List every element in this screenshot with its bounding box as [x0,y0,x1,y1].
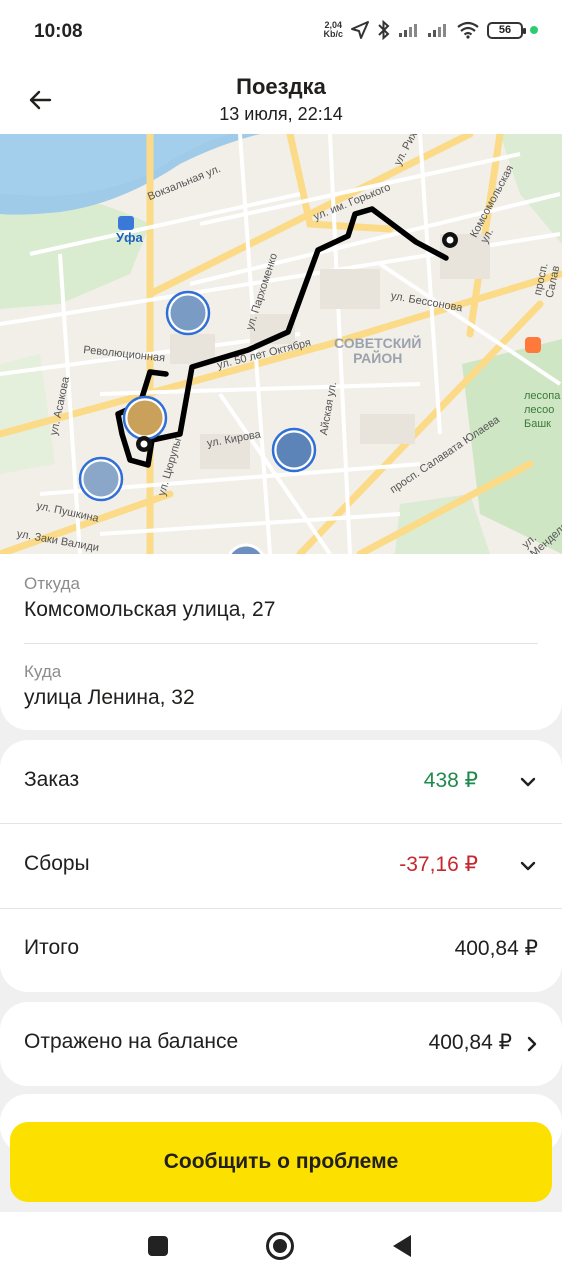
balance-amount: 400,84 ₽ [428,1031,512,1054]
status-icons: 2,04 Kb/c 56 [323,20,538,40]
fees-amount: -37,16 ₽ [399,853,478,876]
battery-indicator: 56 [487,21,526,39]
balance-label: Отражено на балансе [24,1030,239,1053]
order-row[interactable]: Заказ 438 ₽ [0,740,562,824]
chevron-down-icon [520,777,536,787]
chevron-right-icon [527,1036,537,1052]
total-amount: 400,84 ₽ [454,937,538,960]
to-label: Куда [24,662,62,681]
status-time: 10:08 [34,21,83,42]
address-divider [24,643,538,644]
bluetooth-icon [378,20,390,40]
total-row: Итого 400,84 ₽ [0,908,562,992]
balance-row[interactable]: Отражено на балансе 400,84 ₽ [0,1002,562,1086]
fees-label: Сборы [24,852,90,875]
chevron-down-icon [520,861,536,871]
network-speed-unit: Kb/c [323,29,343,39]
map-label-station: Уфа [116,230,143,245]
total-label: Итого [24,936,80,959]
park-line-2: лесоо [524,404,555,416]
to-address: улица Ленина, 32 [24,686,195,709]
order-label: Заказ [24,768,80,791]
recent-apps-button[interactable] [142,1230,174,1262]
from-label: Откуда [24,574,80,593]
header: Поездка 13 июля, 22:14 [0,64,562,134]
home-button[interactable] [264,1230,296,1262]
system-nav-bar [0,1212,562,1280]
district-line-1: СОВЕТСКИЙ [334,335,422,351]
fees-row[interactable]: Сборы -37,16 ₽ [0,824,562,908]
signal-icon [399,24,417,37]
park-line-3: Башк [524,418,551,430]
balance-card[interactable]: Отражено на балансе 400,84 ₽ [0,1002,562,1086]
trip-datetime: 13 июля, 22:14 [219,104,343,124]
order-amount: 438 ₽ [423,769,478,792]
triangle-back-icon [393,1235,411,1257]
location-arrow-icon [351,21,369,39]
wifi-icon [457,21,479,39]
district-line-2: РАЙОН [353,350,403,366]
report-problem-button[interactable]: Сообщить о проблеме [10,1122,552,1202]
route-map[interactable]: Уфа СОВЕТСКИЙ РАЙОН лесопа лесоо Башк ул… [0,134,562,554]
signal-icon-2 [428,24,446,37]
address-card: Откуда Комсомольская улица, 27 Куда улиц… [0,554,562,730]
circle-icon [266,1232,294,1260]
back-nav-button[interactable] [386,1230,418,1262]
map-label-district: СОВЕТСКИЙ РАЙОН [334,336,421,366]
map-label-park: лесопа лесоо Башк [524,389,560,431]
network-speed: 2,04 Kb/c [323,21,343,39]
page-title: Поездка [236,74,326,99]
from-address: Комсомольская улица, 27 [24,598,276,621]
cost-card: Заказ 438 ₽ Сборы -37,16 ₽ Итого 400,84 … [0,740,562,992]
park-line-1: лесопа [524,390,561,402]
status-bar: 10:08 2,04 Kb/c 56 [0,0,562,64]
privacy-dot [530,26,538,34]
square-icon [148,1236,168,1256]
